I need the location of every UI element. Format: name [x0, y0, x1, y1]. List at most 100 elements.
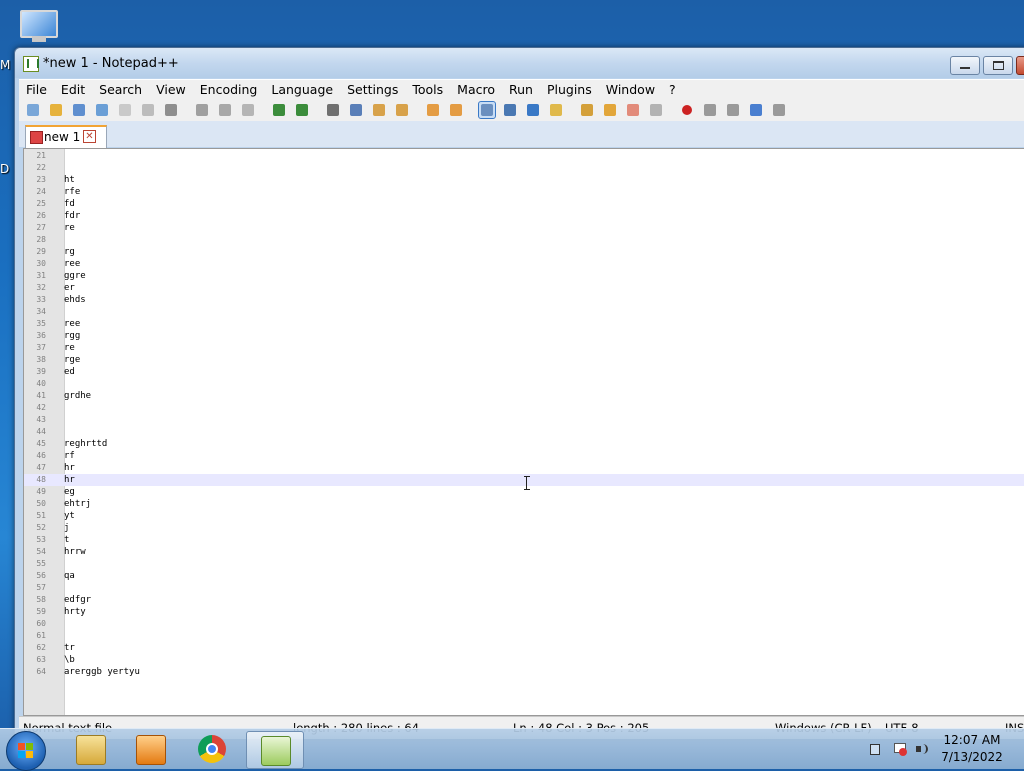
undo-icon[interactable]	[271, 102, 287, 118]
editor-line[interactable]: 40	[24, 378, 1024, 390]
editor-line[interactable]: 36 rgg	[24, 330, 1024, 342]
menu-view[interactable]: View	[149, 80, 193, 99]
save-all-icon[interactable]	[94, 102, 110, 118]
editor-line[interactable]: 58 edfgr	[24, 594, 1024, 606]
folder-workspace-icon[interactable]	[625, 102, 641, 118]
record-macro-icon[interactable]	[679, 102, 695, 118]
close-all-icon[interactable]	[140, 102, 156, 118]
close-tab-icon[interactable]: ✕	[83, 130, 96, 143]
replace-icon[interactable]	[348, 102, 364, 118]
save-macro-icon[interactable]	[771, 102, 787, 118]
menu-run[interactable]: Run	[502, 80, 540, 99]
menu-encoding[interactable]: Encoding	[193, 80, 265, 99]
editor-line[interactable]: 31 ggre	[24, 270, 1024, 282]
paste-icon[interactable]	[240, 102, 256, 118]
editor-line[interactable]: 59 hrty	[24, 606, 1024, 618]
find-icon[interactable]	[325, 102, 341, 118]
editor-line[interactable]: 51 yt	[24, 510, 1024, 522]
menu-help[interactable]: ?	[662, 80, 683, 99]
sync-vertical-icon[interactable]	[425, 102, 441, 118]
editor-line[interactable]: 41 grdhe	[24, 390, 1024, 402]
editor-line[interactable]: 60	[24, 618, 1024, 630]
menu-macro[interactable]: Macro	[450, 80, 502, 99]
editor-line[interactable]: 24 rfe	[24, 186, 1024, 198]
editor-line[interactable]: 44	[24, 426, 1024, 438]
editor-line[interactable]: 54 hrrw	[24, 546, 1024, 558]
run-macro-multiple-icon[interactable]	[748, 102, 764, 118]
save-icon[interactable]	[71, 102, 87, 118]
taskbar-notepad-plus-plus[interactable]	[246, 731, 304, 769]
editor-line[interactable]: 37 re	[24, 342, 1024, 354]
minimize-button[interactable]	[950, 56, 980, 75]
editor-line[interactable]: 62 tr	[24, 642, 1024, 654]
editor-line[interactable]: 30 ree	[24, 258, 1024, 270]
start-button[interactable]	[6, 731, 46, 771]
menu-settings[interactable]: Settings	[340, 80, 405, 99]
close-button[interactable]	[1016, 56, 1024, 75]
sync-horizontal-icon[interactable]	[448, 102, 464, 118]
menu-edit[interactable]: Edit	[54, 80, 92, 99]
system-clock[interactable]: 12:07 AM 7/13/2022	[932, 732, 1012, 766]
maximize-button[interactable]	[983, 56, 1013, 75]
menu-plugins[interactable]: Plugins	[540, 80, 599, 99]
volume-icon[interactable]	[914, 741, 930, 757]
editor-line[interactable]: 39 ed	[24, 366, 1024, 378]
word-wrap-icon[interactable]	[478, 101, 496, 119]
editor-line[interactable]: 38 rge	[24, 354, 1024, 366]
menu-language[interactable]: Language	[264, 80, 340, 99]
editor-line[interactable]: 33 ehds	[24, 294, 1024, 306]
editor-line[interactable]: 25 fd	[24, 198, 1024, 210]
editor-line[interactable]: 42	[24, 402, 1024, 414]
editor-line[interactable]: 23 ht	[24, 174, 1024, 186]
editor-line[interactable]: 21	[24, 150, 1024, 162]
taskbar-chrome[interactable]	[184, 731, 240, 767]
taskbar-media-player[interactable]	[122, 731, 178, 767]
text-editor[interactable]: 21 22 23 ht 24 rfe 25 fd 26 fdr 27 re 28 29 rg 30 ree 31 g…	[23, 148, 1024, 716]
close-icon[interactable]	[117, 102, 133, 118]
tab-new-1[interactable]: new 1 ✕	[25, 125, 107, 149]
editor-line[interactable]: 56 qa	[24, 570, 1024, 582]
editor-line[interactable]: 57	[24, 582, 1024, 594]
editor-line[interactable]: 61	[24, 630, 1024, 642]
print-icon[interactable]	[163, 102, 179, 118]
zoom-out-icon[interactable]	[394, 102, 410, 118]
editor-line[interactable]: 55	[24, 558, 1024, 570]
title-bar[interactable]: *new 1 - Notepad++	[15, 48, 1024, 78]
editor-line[interactable]: 32 er	[24, 282, 1024, 294]
stop-macro-icon[interactable]	[702, 102, 718, 118]
editor-line[interactable]: 34	[24, 306, 1024, 318]
editor-line[interactable]: 53 t	[24, 534, 1024, 546]
menu-file[interactable]: File	[19, 80, 54, 99]
editor-line[interactable]: 27 re	[24, 222, 1024, 234]
notepad-app-icon[interactable]	[23, 56, 39, 72]
computer-desktop-icon[interactable]	[12, 8, 62, 44]
editor-line[interactable]: 28	[24, 234, 1024, 246]
network-icon[interactable]	[868, 741, 884, 757]
copy-icon[interactable]	[217, 102, 233, 118]
cut-icon[interactable]	[194, 102, 210, 118]
editor-line[interactable]: 22	[24, 162, 1024, 174]
redo-icon[interactable]	[294, 102, 310, 118]
monitoring-icon[interactable]	[648, 102, 664, 118]
editor-line[interactable]: 63 \b	[24, 654, 1024, 666]
taskbar-file-explorer[interactable]	[62, 731, 118, 767]
editor-line[interactable]: 43	[24, 414, 1024, 426]
menu-window[interactable]: Window	[599, 80, 662, 99]
editor-line[interactable]: 29 rg	[24, 246, 1024, 258]
action-center-flag-icon[interactable]	[892, 741, 908, 757]
editor-line[interactable]: 64 arerggb yertyu	[24, 666, 1024, 678]
menu-search[interactable]: Search	[92, 80, 149, 99]
user-language-icon[interactable]	[548, 102, 564, 118]
show-all-chars-icon[interactable]	[502, 102, 518, 118]
editor-line[interactable]: 50 ehtrj	[24, 498, 1024, 510]
new-file-icon[interactable]	[25, 102, 41, 118]
editor-line[interactable]: 45 reghrttd	[24, 438, 1024, 450]
zoom-in-icon[interactable]	[371, 102, 387, 118]
open-file-icon[interactable]	[48, 102, 64, 118]
menu-tools[interactable]: Tools	[405, 80, 450, 99]
editor-line[interactable]: 47 hr	[24, 462, 1024, 474]
function-list-icon[interactable]	[602, 102, 618, 118]
play-macro-icon[interactable]	[725, 102, 741, 118]
editor-line[interactable]: 46 rf	[24, 450, 1024, 462]
doc-map-icon[interactable]	[579, 102, 595, 118]
